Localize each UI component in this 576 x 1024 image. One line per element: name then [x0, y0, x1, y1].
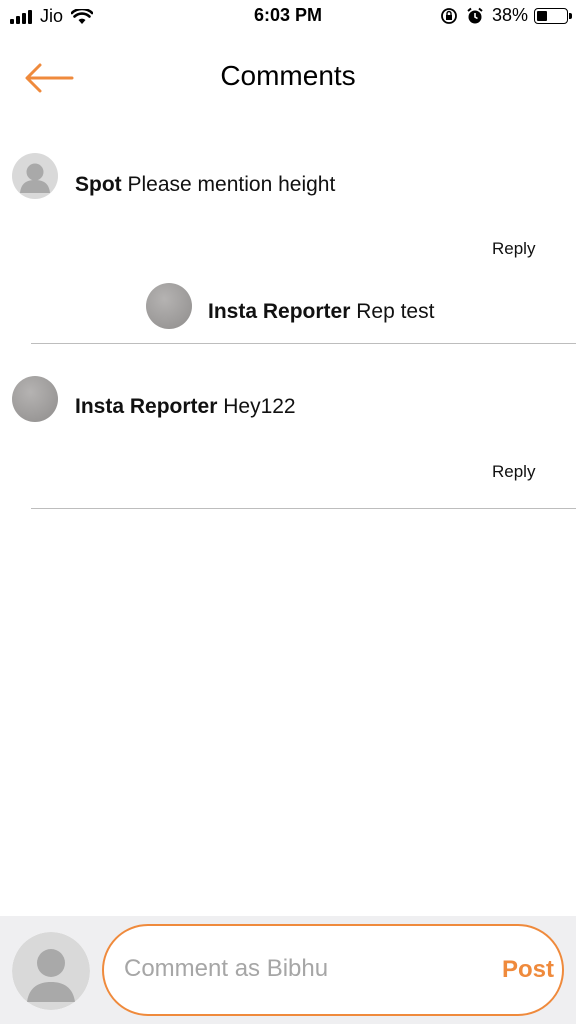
reply-avatar[interactable] [146, 283, 192, 329]
comment-text: Spot Please mention height [75, 173, 335, 197]
default-user-icon [12, 932, 90, 1010]
status-bar: Jio 6:03 PM 38% [0, 0, 576, 34]
page-title: Comments [220, 60, 356, 91]
comment-divider [31, 343, 576, 344]
post-button[interactable]: Post [502, 956, 554, 984]
comment-divider [31, 508, 576, 509]
rotation-lock-icon [441, 7, 457, 24]
comment-body: Please mention height [127, 173, 336, 196]
battery-percent: 38% [491, 5, 528, 25]
comment-input[interactable] [122, 948, 486, 990]
header: Comments [0, 40, 576, 116]
reply-button[interactable]: Reply [492, 239, 535, 259]
current-user-avatar [12, 932, 90, 1010]
battery-fill [537, 10, 548, 21]
battery-icon [534, 7, 572, 24]
comment-avatar[interactable] [12, 376, 58, 422]
default-user-icon [20, 163, 50, 193]
comment-composer: Post [0, 916, 576, 1024]
reply-text: Insta Reporter Rep test [208, 300, 434, 324]
battery-nub [569, 12, 572, 19]
alarm-icon [467, 7, 483, 23]
comment-input-box[interactable]: Post [102, 924, 564, 1016]
reply-button[interactable]: Reply [492, 462, 535, 482]
reply-body: Rep test [356, 300, 435, 323]
comment-body: Hey122 [223, 395, 296, 418]
comment-text: Insta Reporter Hey122 [75, 395, 296, 419]
status-right: 38% [440, 5, 572, 26]
comment-author[interactable]: Spot [75, 173, 122, 196]
comment-author[interactable]: Insta Reporter [75, 395, 217, 418]
reply-author[interactable]: Insta Reporter [208, 300, 350, 323]
comment-avatar[interactable] [12, 153, 58, 199]
